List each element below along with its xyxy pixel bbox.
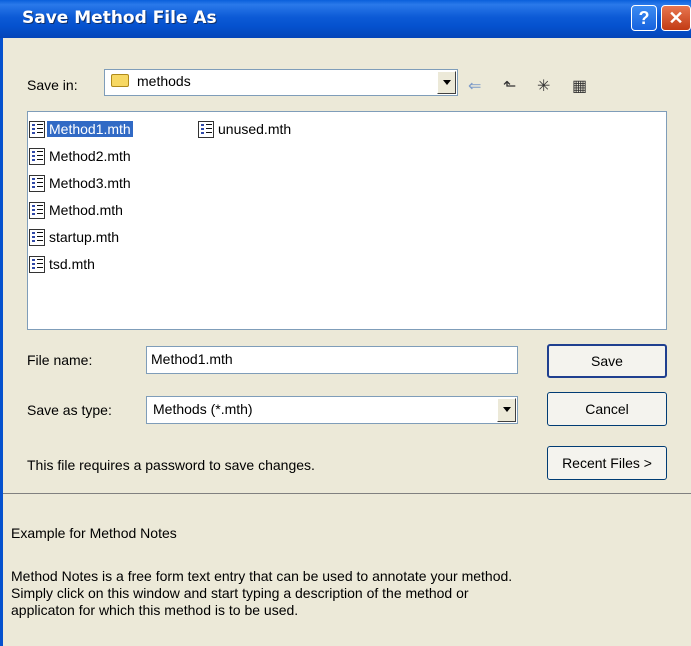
title-bar[interactable]: Save Method File As ? ✕ <box>0 0 691 38</box>
file-name: tsd.mth <box>49 256 95 272</box>
file-item-method1[interactable]: Method1.mth <box>29 119 133 139</box>
notes-line-2: Simply click on this window and start ty… <box>11 585 469 601</box>
notes-line-1: Method Notes is a free form text entry t… <box>11 568 513 584</box>
method-file-icon <box>29 147 45 165</box>
file-item-tsd[interactable]: tsd.mth <box>29 254 97 274</box>
file-name-input[interactable]: Method1.mth <box>146 346 518 374</box>
file-list[interactable]: Method1.mth Method2.mth Method3.mth Meth… <box>27 111 667 330</box>
file-item-method3[interactable]: Method3.mth <box>29 173 133 193</box>
file-name: Method3.mth <box>49 175 131 191</box>
back-icon[interactable]: ⇐ <box>468 76 481 96</box>
chevron-down-icon[interactable] <box>437 71 456 94</box>
file-name: unused.mth <box>218 121 292 137</box>
file-item-method[interactable]: Method.mth <box>29 200 125 220</box>
method-file-icon <box>29 120 45 138</box>
file-name: startup.mth <box>49 229 120 245</box>
file-item-unused[interactable]: unused.mth <box>198 119 293 139</box>
chevron-down-icon[interactable] <box>497 398 516 422</box>
file-name-label: File name: <box>27 352 93 368</box>
method-file-icon <box>29 174 45 192</box>
file-name: Method.mth <box>49 202 123 218</box>
method-notes-area[interactable]: Example for Method Notes Method Notes is… <box>3 493 691 646</box>
file-item-method2[interactable]: Method2.mth <box>29 146 133 166</box>
view-menu-icon[interactable]: ▦ <box>572 76 587 96</box>
method-file-icon <box>29 201 45 219</box>
save-in-dropdown[interactable]: methods <box>104 69 458 96</box>
file-name: Method2.mth <box>49 148 131 164</box>
save-as-type-dropdown[interactable]: Methods (*.mth) <box>146 396 518 424</box>
method-file-icon <box>198 120 214 138</box>
up-folder-icon[interactable]: ⬑ <box>503 76 516 96</box>
new-folder-icon[interactable]: ✳ <box>537 76 550 96</box>
recent-files-button[interactable]: Recent Files > <box>547 446 667 480</box>
file-name-value: Method1.mth <box>151 351 233 367</box>
notes-line-3: applicaton for which this method is to b… <box>11 602 299 618</box>
save-in-value: methods <box>137 73 191 89</box>
save-button[interactable]: Save <box>547 344 667 378</box>
file-name: Method1.mth <box>47 121 133 137</box>
save-as-type-label: Save as type: <box>27 402 112 418</box>
method-file-icon <box>29 255 45 273</box>
close-button[interactable]: ✕ <box>661 5 691 31</box>
save-in-label: Save in: <box>27 77 78 93</box>
window-title: Save Method File As <box>22 8 217 28</box>
password-note: This file requires a password to save ch… <box>27 457 315 473</box>
folder-icon <box>111 74 129 87</box>
save-as-type-value: Methods (*.mth) <box>153 401 253 417</box>
method-file-icon <box>29 228 45 246</box>
help-button[interactable]: ? <box>631 5 657 31</box>
cancel-button[interactable]: Cancel <box>547 392 667 426</box>
notes-heading: Example for Method Notes <box>11 525 177 541</box>
file-item-startup[interactable]: startup.mth <box>29 227 121 247</box>
